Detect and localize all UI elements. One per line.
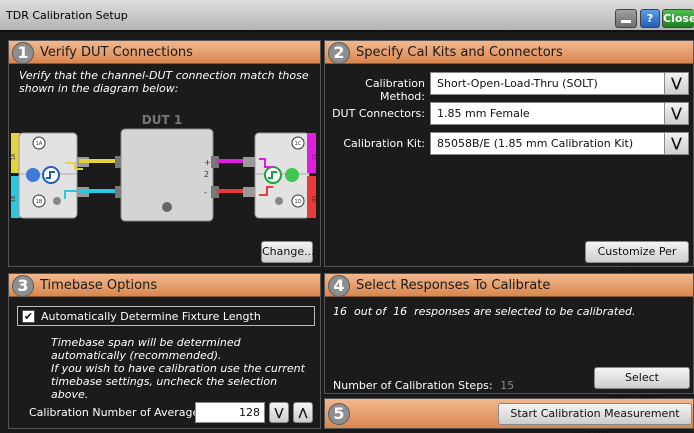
svg-text:1C: 1C [295,141,302,147]
channel-green-icon [285,168,299,182]
chevron-down-icon[interactable]: ⋁ [664,132,689,155]
dut-label: DUT 1 [142,113,182,127]
svg-text:-: - [204,188,207,197]
timebase-panel: 3 Timebase Options ✔ Automatically Deter… [8,273,321,429]
section-3-title: Timebase Options [40,278,158,293]
connectors-select[interactable]: 1.85 mm Female ⋁ [430,102,689,125]
close-button[interactable]: Close [662,9,694,28]
help-button[interactable]: ? [640,9,660,28]
method-select[interactable]: Short-Open-Load-Thru (SOLT) ⋁ [430,72,689,95]
change-button[interactable]: Change... [261,241,315,263]
svg-text:2: 2 [204,170,209,179]
decrement-button[interactable]: ⋁ [269,402,289,423]
step-3-badge: 3 [12,275,34,297]
responses-summary: 16 out of 16 responses are selected to b… [333,305,636,318]
svg-text:1B: 1B [36,199,43,205]
section-4-header: 4 Select Responses To Calibrate [325,274,693,297]
timebase-info-2: If you wish to have calibration use the … [51,362,305,401]
auto-fixture-checkbox-row[interactable]: ✔ Automatically Determine Fixture Length [17,306,315,326]
start-wizard-button[interactable]: Start Calibration Measurement Wizard... [498,403,692,433]
kit-value: 85058B/E (1.85 mm Calibration Kit) [437,137,634,150]
auto-fixture-label: Automatically Determine Fixture Length [41,310,261,323]
steps-value: 15 [500,379,515,392]
svg-text:1A: 1A [36,141,43,147]
kit-select[interactable]: 85058B/E (1.85 mm Calibration Kit) ⋁ [430,132,689,155]
verify-instruction: Verify that the channel-DUT connection m… [19,69,309,95]
window-title: TDR Calibration Setup [6,9,128,22]
increment-button[interactable]: ⋀ [293,402,313,423]
section-2-header: 2 Specify Cal Kits and Connectors [325,41,693,64]
svg-text:1D: 1D [294,199,301,205]
svg-text:1D: 1D [310,195,316,202]
steps-label: Number of Calibration Steps: [333,379,493,392]
section-3-header: 3 Timebase Options [9,274,320,297]
chevron-down-icon[interactable]: ⋁ [664,102,689,125]
step-4-badge: 4 [328,275,350,297]
checkbox-checked-icon[interactable]: ✔ [22,310,35,323]
verify-dut-panel: 1 Verify DUT Connections Verify that the… [8,40,321,267]
select-responses-panel: 4 Select Responses To Calibrate 16 out o… [324,273,694,404]
calibration-window: TDR Calibration Setup ? Close 1 Verify D… [0,0,694,433]
customize-per-port-button[interactable]: Customize Per Port... [585,241,689,278]
cal-kits-panel: 2 Specify Cal Kits and Connectors Calibr… [324,40,694,278]
dut-connection-diagram: DUT 1 1A 1B 1A 1B + 1 [11,113,316,222]
method-label: Calibration Method: [365,77,425,103]
step-5-badge: 5 [328,403,350,425]
chevron-down-icon[interactable]: ⋁ [664,72,689,95]
averages-label: Calibration Number of Averages: [29,406,209,419]
channel-blue-icon [26,168,40,182]
select-responses-button[interactable]: Select responses... [594,367,690,404]
minimize-icon [621,20,631,23]
svg-text:1A: 1A [11,153,17,160]
wizard-panel: 5 Start Calibration Measurement Wizard..… [324,398,694,433]
connectors-value: 1.85 mm Female [437,107,530,120]
timebase-info-1: Timebase span will be determined automat… [51,336,241,362]
svg-text:1C: 1C [310,154,316,161]
averages-input[interactable]: 128 [195,402,265,423]
gear-icon-right [275,197,283,205]
minimize-button[interactable] [615,9,637,28]
kit-label: Calibration Kit: [343,137,425,150]
method-value: Short-Open-Load-Thru (SOLT) [437,77,598,90]
steps-row: Number of Calibration Steps: 15 [333,379,514,392]
svg-text:+: + [204,158,211,167]
connectors-label: DUT Connectors: [332,107,425,120]
dut-gear-icon [162,202,172,212]
section-4-title: Select Responses To Calibrate [356,278,551,293]
gear-icon-left [53,197,61,205]
section-1-header: 1 Verify DUT Connections [9,41,320,64]
section-1-title: Verify DUT Connections [40,45,193,60]
svg-text:1B: 1B [11,195,17,202]
step-2-badge: 2 [328,42,350,64]
step-1-badge: 1 [12,42,34,64]
title-bar: TDR Calibration Setup ? Close [0,0,694,32]
section-2-title: Specify Cal Kits and Connectors [356,45,563,60]
